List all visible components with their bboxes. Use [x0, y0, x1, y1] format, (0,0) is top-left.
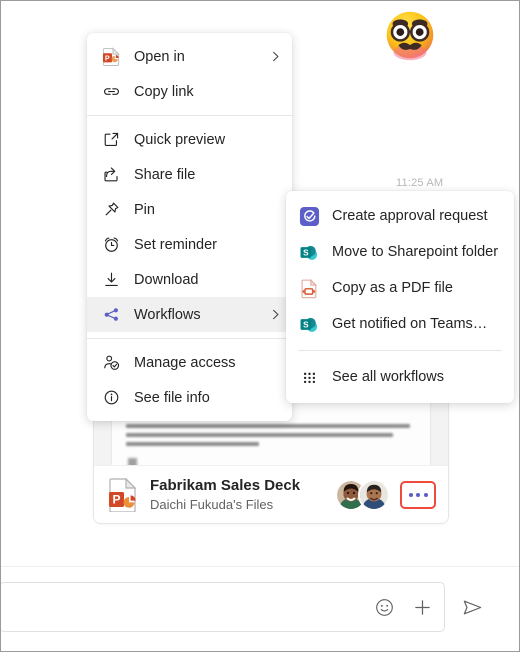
chevron-right-icon: [268, 50, 282, 64]
compose-bar: [1, 567, 519, 651]
menu-item-see-file-info[interactable]: See file info: [87, 380, 292, 415]
submenu-item-move-to-sharepoint-folder[interactable]: S Move to Sharepoint folder: [286, 234, 514, 270]
svg-text:S: S: [303, 320, 309, 329]
menu-item-label: Share file: [134, 166, 196, 183]
sharepoint-icon: S: [298, 313, 320, 335]
compose-box[interactable]: [1, 582, 445, 632]
menu-item-copy-link[interactable]: Copy link: [87, 74, 292, 109]
download-icon: [101, 270, 121, 290]
send-icon[interactable]: [459, 594, 485, 620]
submenu-item-label: Copy as a PDF file: [332, 280, 453, 296]
sharepoint-icon: S: [298, 241, 320, 263]
submenu-item-label: See all workflows: [332, 369, 445, 385]
pdf-file-icon: [298, 277, 320, 299]
file-title: Fabrikam Sales Deck: [150, 477, 301, 494]
quick-preview-icon: [101, 130, 121, 150]
submenu-item-label: Move to Sharepoint folder: [332, 244, 499, 260]
submenu-item-label: Get notified on Teams…: [332, 316, 488, 332]
grid-dots-icon: [298, 366, 320, 388]
menu-item-label: See file info: [134, 389, 210, 406]
menu-item-download[interactable]: Download: [87, 262, 292, 297]
submenu-item-copy-as-pdf-file[interactable]: Copy as a PDF file: [286, 270, 514, 306]
menu-item-workflows[interactable]: Workflows: [87, 297, 292, 332]
pin-icon: [101, 200, 121, 220]
menu-item-label: Pin: [134, 201, 155, 218]
menu-separator: [87, 115, 292, 116]
file-info-bar: P Fabrikam Sales Deck Daichi Fukuda's Fi…: [94, 465, 448, 523]
menu-item-label: Open in: [134, 48, 185, 65]
svg-text:S: S: [303, 248, 309, 257]
app-root: 11:25 AM P Fabrikam Sales Deck Daichi Fu…: [1, 1, 519, 651]
emoji-icon[interactable]: [372, 595, 396, 619]
more-options-icon: [416, 492, 420, 497]
plus-icon[interactable]: [410, 595, 434, 619]
menu-item-label: Manage access: [134, 354, 236, 371]
avatar[interactable]: [358, 478, 390, 511]
link-icon: [101, 82, 121, 102]
submenu-separator: [298, 350, 502, 351]
file-texts: Fabrikam Sales Deck Daichi Fukuda's File…: [150, 476, 335, 513]
file-context-menu: P Open in Copy link Quick preview Share …: [87, 33, 292, 421]
workflows-icon: [101, 305, 121, 325]
menu-item-label: Workflows: [134, 306, 201, 323]
avatar-group: [335, 478, 390, 511]
message-timestamp: 11:25 AM: [396, 177, 444, 189]
menu-item-set-reminder[interactable]: Set reminder: [87, 227, 292, 262]
share-icon: [101, 165, 121, 185]
menu-item-share-file[interactable]: Share file: [87, 157, 292, 192]
submenu-item-see-all-workflows[interactable]: See all workflows: [286, 359, 514, 395]
menu-item-label: Download: [134, 271, 199, 288]
workflows-submenu: Create approval request S Move to Sharep…: [286, 191, 514, 403]
manage-access-icon: [101, 353, 121, 373]
powerpoint-file-icon: P: [108, 477, 138, 513]
menu-item-label: Set reminder: [134, 236, 218, 253]
more-options-button[interactable]: [400, 480, 436, 509]
menu-separator: [87, 338, 292, 339]
alarm-clock-icon: [101, 235, 121, 255]
file-subtitle: Daichi Fukuda's Files: [150, 497, 274, 512]
powerpoint-icon: P: [101, 47, 121, 67]
message-input[interactable]: [12, 583, 334, 631]
info-icon: [101, 388, 121, 408]
menu-item-label: Copy link: [134, 83, 194, 100]
approvals-icon: [298, 205, 320, 227]
menu-item-quick-preview[interactable]: Quick preview: [87, 122, 292, 157]
more-options-icon: [408, 492, 413, 497]
menu-item-open-in[interactable]: P Open in: [87, 39, 292, 74]
menu-item-label: Quick preview: [134, 131, 226, 148]
disguised-face-emoji: [379, 3, 441, 65]
svg-text:P: P: [112, 492, 120, 506]
menu-item-manage-access[interactable]: Manage access: [87, 345, 292, 380]
submenu-item-create-approval-request[interactable]: Create approval request: [286, 198, 514, 234]
more-options-icon: [423, 492, 428, 497]
submenu-item-get-notified-on-teams[interactable]: S Get notified on Teams…: [286, 306, 514, 342]
submenu-item-label: Create approval request: [332, 208, 488, 224]
svg-text:P: P: [104, 53, 109, 62]
menu-item-pin[interactable]: Pin: [87, 192, 292, 227]
chevron-right-icon: [268, 308, 282, 322]
